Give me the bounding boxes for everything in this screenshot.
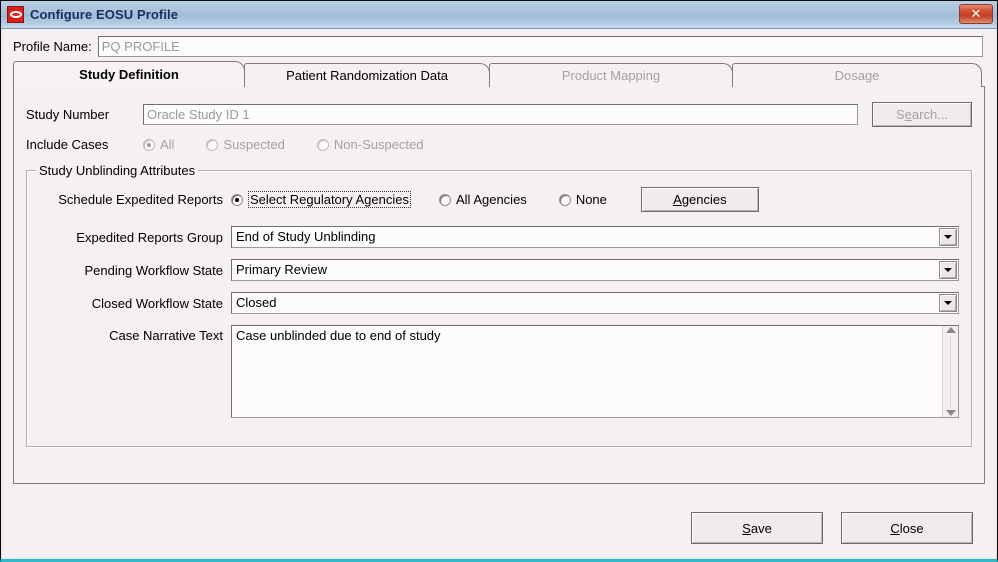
- radio-dot-icon: [558, 193, 571, 206]
- radio-label: Non-Suspected: [333, 137, 424, 152]
- pending-workflow-state-select[interactable]: Primary Review: [231, 259, 959, 281]
- chevron-down-icon[interactable]: [939, 294, 957, 312]
- agencies-button-mnemonic: A: [673, 192, 682, 207]
- radio-label: Select Regulatory Agencies: [248, 191, 411, 208]
- scroll-track[interactable]: [950, 335, 951, 408]
- tab-dosage: Dosage: [732, 63, 982, 87]
- case-narrative-value: Case unblinded due to end of study: [236, 328, 441, 343]
- tab-label: Study Definition: [79, 67, 179, 82]
- radio-none[interactable]: None: [558, 192, 607, 207]
- narrative-scrollbar[interactable]: [942, 326, 958, 417]
- select-value: End of Study Unblinding: [236, 229, 376, 244]
- expedited-reports-group-select[interactable]: End of Study Unblinding: [231, 226, 959, 248]
- scroll-up-icon[interactable]: [945, 327, 956, 333]
- window-title: Configure EOSU Profile: [30, 7, 179, 22]
- profile-name-label: Profile Name:: [13, 38, 92, 54]
- study-number-label: Study Number: [26, 107, 110, 122]
- case-narrative-textarea[interactable]: Case unblinded due to end of study: [231, 325, 959, 418]
- radio-select-regulatory-agencies[interactable]: Select Regulatory Agencies: [231, 191, 411, 208]
- window-controls: ✕: [959, 4, 993, 24]
- tab-label: Product Mapping: [561, 68, 661, 83]
- agencies-button[interactable]: Agencies: [640, 187, 759, 212]
- radio-include-cases-all: All: [143, 137, 174, 152]
- save-button[interactable]: Save: [691, 512, 823, 544]
- radio-include-cases-suspected: Suspected: [206, 137, 285, 152]
- profile-name-input[interactable]: PQ PROFILE: [97, 35, 983, 57]
- expedited-reports-group-label: Expedited Reports Group: [76, 229, 223, 245]
- pending-workflow-state-label: Pending Workflow State: [84, 262, 224, 278]
- select-value: Primary Review: [236, 262, 328, 277]
- study-number-row: Study Number Oracle Study ID 1 Se arch...: [14, 102, 984, 127]
- study-number-input[interactable]: Oracle Study ID 1: [143, 104, 858, 125]
- closed-workflow-state-label: Closed Workflow State: [91, 295, 223, 311]
- profile-name-row: Profile Name: PQ PROFILE: [1, 29, 997, 61]
- search-button-label-post: arch...: [911, 107, 949, 122]
- title-bar: Configure EOSU Profile ✕: [1, 1, 997, 29]
- include-cases-row: Include Cases All Suspected Non-Suspecte…: [14, 137, 984, 152]
- radio-dot-icon: [316, 138, 329, 151]
- tab-label: Patient Randomization Data: [286, 68, 448, 83]
- close-window-button[interactable]: ✕: [959, 4, 993, 24]
- schedule-expedited-reports-row: Schedule Expedited Reports Select Regula…: [39, 187, 959, 212]
- dialog-footer: Save Close: [1, 497, 997, 559]
- tab-product-mapping: Product Mapping: [489, 63, 733, 87]
- oracle-logo-icon: [7, 6, 24, 23]
- agencies-button-label-post: gencies: [681, 192, 727, 207]
- search-button-mnemonic: e: [904, 107, 912, 122]
- radio-label: All: [160, 137, 175, 152]
- pending-workflow-state-row: Pending Workflow State Primary Review: [39, 259, 959, 281]
- close-button[interactable]: Close: [841, 512, 973, 544]
- radio-all-agencies[interactable]: All Agencies: [438, 192, 527, 207]
- close-button-mnemonic: C: [890, 520, 900, 536]
- chevron-down-icon[interactable]: [939, 261, 957, 279]
- tab-label: Dosage: [834, 68, 880, 83]
- case-narrative-text-label: Case Narrative Text: [109, 328, 223, 343]
- close-button-label-post: lose: [899, 520, 924, 536]
- configure-eosu-profile-window: Configure EOSU Profile ✕ Profile Name: P…: [0, 0, 998, 562]
- radio-label: None: [575, 192, 607, 207]
- study-unblinding-attributes-group: Study Unblinding Attributes Schedule Exp…: [26, 163, 972, 447]
- radio-dot-icon: [206, 138, 219, 151]
- case-narrative-text-row: Case Narrative Text Case unblinded due t…: [39, 325, 959, 418]
- select-value: Closed: [236, 295, 277, 310]
- save-button-mnemonic: S: [742, 520, 751, 536]
- tab-strip: Study Definition Patient Randomization D…: [13, 61, 985, 87]
- tab-study-definition[interactable]: Study Definition: [13, 61, 245, 87]
- radio-include-cases-non-suspected: Non-Suspected: [316, 137, 424, 152]
- chevron-down-icon[interactable]: [939, 228, 957, 246]
- radio-dot-icon: [231, 193, 243, 206]
- radio-label: Suspected: [223, 137, 285, 152]
- study-definition-panel: Study Number Oracle Study ID 1 Se arch...…: [13, 86, 985, 484]
- search-button: Se arch...: [872, 102, 972, 127]
- include-cases-label: Include Cases: [26, 137, 109, 152]
- search-button-label-pre: S: [895, 107, 905, 122]
- closed-workflow-state-select[interactable]: Closed: [231, 292, 959, 314]
- tab-patient-randomization-data[interactable]: Patient Randomization Data: [244, 63, 490, 87]
- schedule-expedited-reports-label: Schedule Expedited Reports: [58, 192, 223, 207]
- closed-workflow-state-row: Closed Workflow State Closed: [39, 292, 959, 314]
- scroll-down-icon[interactable]: [945, 410, 956, 416]
- radio-dot-icon: [143, 138, 155, 151]
- radio-dot-icon: [438, 193, 451, 206]
- radio-label: All Agencies: [455, 192, 527, 207]
- expedited-reports-group-row: Expedited Reports Group End of Study Unb…: [39, 226, 959, 248]
- save-button-label-post: ave: [750, 520, 772, 536]
- group-title: Study Unblinding Attributes: [36, 163, 199, 178]
